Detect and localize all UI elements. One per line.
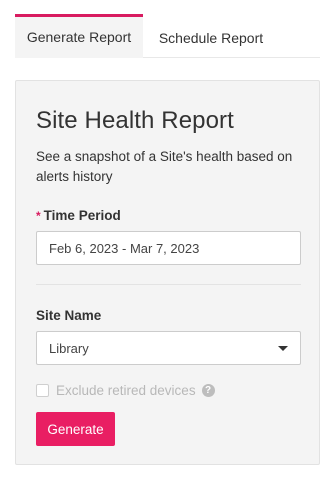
report-form-panel: Site Health Report See a snapshot of a S… bbox=[15, 80, 320, 465]
required-marker: * bbox=[36, 209, 41, 223]
time-period-input[interactable]: Feb 6, 2023 - Mar 7, 2023 bbox=[36, 231, 301, 265]
exclude-retired-label: Exclude retired devices bbox=[56, 382, 196, 398]
time-period-label: * Time Period bbox=[36, 208, 121, 223]
site-name-value: Library bbox=[49, 340, 89, 356]
form-title: Site Health Report bbox=[36, 107, 234, 134]
caret-down-icon bbox=[278, 346, 288, 351]
tab-generate-report[interactable]: Generate Report bbox=[15, 14, 143, 58]
question-circle-icon[interactable]: ? bbox=[201, 383, 215, 397]
divider bbox=[36, 284, 301, 285]
form-description: See a snapshot of a Site's health based … bbox=[36, 149, 293, 184]
time-period-value: Feb 6, 2023 - Mar 7, 2023 bbox=[49, 240, 200, 256]
generate-button[interactable]: Generate bbox=[36, 412, 115, 446]
site-name-select[interactable]: Library bbox=[36, 331, 301, 365]
site-name-label: Site Name bbox=[36, 308, 102, 323]
exclude-retired-row: Exclude retired devices ? bbox=[36, 382, 215, 398]
exclude-retired-checkbox[interactable] bbox=[36, 383, 49, 397]
tab-schedule-report[interactable]: Schedule Report bbox=[143, 14, 279, 58]
report-tabs: Generate Report Schedule Report bbox=[15, 14, 320, 58]
